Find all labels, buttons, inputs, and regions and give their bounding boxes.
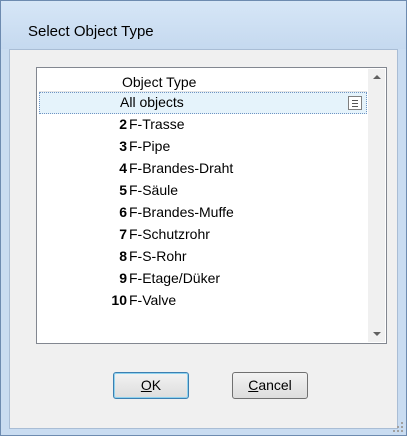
list-item[interactable]: 5 F-Säule (39, 180, 367, 202)
list-item-name: F-S-Rohr (129, 248, 187, 264)
list-item[interactable]: 6 F-Brandes-Muffe (39, 202, 367, 224)
list-item[interactable]: 4 F-Brandes-Draht (39, 158, 367, 180)
list-item-number: 8 (119, 248, 127, 264)
list-item-name: F-Schutzrohr (129, 226, 210, 242)
list-item-number: 3 (119, 138, 127, 154)
column-header-object-type[interactable]: Object Type (39, 70, 367, 92)
list-item-number: 10 (111, 292, 127, 308)
list-item[interactable]: 8 F-S-Rohr (39, 246, 367, 268)
list-item-name: F-Brandes-Muffe (129, 204, 234, 220)
list-item-name: F-Trasse (129, 116, 185, 132)
column-header-label: Object Type (122, 74, 197, 90)
list-item[interactable]: 10 F-Valve (39, 290, 367, 312)
vertical-scrollbar[interactable] (368, 69, 385, 342)
list-item-name: F-Valve (129, 292, 177, 308)
list-item-name: F-Etage/Düker (129, 270, 221, 286)
scroll-up-arrow-icon[interactable] (368, 69, 385, 86)
ok-label-rest: K (151, 377, 162, 393)
list-item[interactable]: 7 F-Schutzrohr (39, 224, 367, 246)
ok-button[interactable]: OK (113, 372, 189, 399)
list-item-all-objects[interactable]: All objects (39, 92, 367, 114)
object-type-list[interactable]: Object Type All objects 2 F-Trasse 3 F-P… (36, 67, 387, 344)
cancel-mnemonic: C (248, 377, 259, 393)
expand-list-icon[interactable] (348, 96, 362, 110)
list-item-number: 2 (119, 116, 127, 132)
list-item[interactable]: 2 F-Trasse (39, 114, 367, 136)
cancel-label-rest: ancel (258, 377, 292, 393)
select-object-type-dialog: Select Object Type Object Type All objec… (0, 0, 407, 436)
list-item-number: 9 (119, 270, 127, 286)
list-item-name: F-Brandes-Draht (129, 160, 234, 176)
list-item-name: F-Säule (129, 182, 179, 198)
scroll-down-arrow-icon[interactable] (368, 325, 385, 342)
list-item-name: All objects (120, 94, 184, 110)
list-item-name: F-Pipe (129, 138, 171, 154)
ok-mnemonic: O (140, 377, 152, 393)
title-bar[interactable]: Select Object Type (1, 1, 406, 49)
list-item-number: 6 (119, 204, 127, 220)
dialog-title: Select Object Type (28, 23, 154, 40)
list-item-number: 4 (119, 160, 127, 176)
resize-grip-icon[interactable] (391, 420, 403, 432)
list-item[interactable]: 9 F-Etage/Düker (39, 268, 367, 290)
list-item-number: 7 (119, 226, 127, 242)
list-item-number: 5 (119, 182, 127, 198)
cancel-button[interactable]: Cancel (232, 372, 308, 399)
list-item[interactable]: 3 F-Pipe (39, 136, 367, 158)
